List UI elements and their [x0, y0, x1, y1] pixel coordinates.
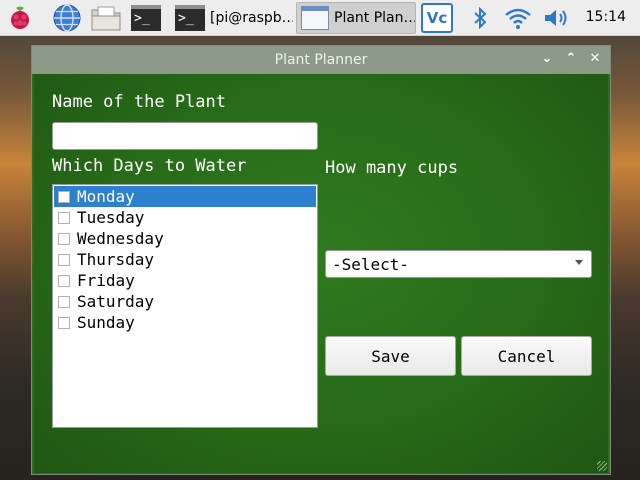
window-title: Plant Planner [274, 52, 368, 68]
day-label: Thursday [77, 250, 155, 269]
dropdown-caret-icon [575, 260, 583, 265]
terminal-launcher-icon[interactable]: >_ [128, 2, 164, 34]
day-checkbox[interactable] [58, 274, 70, 287]
day-label: Wednesday [77, 229, 164, 248]
chevron-up-icon[interactable]: ⌃ [563, 51, 579, 67]
day-item-thursday[interactable]: Thursday [54, 249, 316, 270]
volume-icon[interactable] [540, 2, 574, 34]
close-icon[interactable]: ✕ [587, 51, 603, 67]
clock[interactable]: 15:14 [586, 9, 626, 25]
day-item-tuesday[interactable]: Tuesday [54, 207, 316, 228]
day-item-wednesday[interactable]: Wednesday [54, 228, 316, 249]
wifi-icon[interactable] [502, 2, 534, 34]
day-label: Friday [77, 271, 135, 290]
bluetooth-icon[interactable] [466, 2, 494, 34]
day-label: Tuesday [77, 208, 145, 227]
window-titlebar[interactable]: Plant Planner ⌄ ⌃ ✕ [32, 46, 610, 74]
chevron-down-icon[interactable]: ⌄ [539, 51, 555, 67]
day-item-friday[interactable]: Friday [54, 270, 316, 291]
day-checkbox[interactable] [58, 211, 70, 224]
day-checkbox[interactable] [58, 190, 70, 203]
day-checkbox[interactable] [58, 295, 70, 308]
day-item-monday[interactable]: Monday [54, 186, 316, 207]
cups-select[interactable]: -Select- [325, 250, 592, 278]
window-icon [301, 6, 329, 30]
web-browser-icon[interactable] [50, 2, 84, 34]
taskbar: >_ >_ [pi@raspb… Plant Plan… Vc 15:14 [0, 0, 640, 36]
plant-name-label: Name of the Plant [52, 92, 226, 112]
water-days-label: Which Days to Water [52, 156, 247, 176]
taskbar-terminal-window[interactable]: >_ [pi@raspb… [170, 2, 294, 34]
day-checkbox[interactable] [58, 253, 70, 266]
plant-planner-window: Plant Planner ⌄ ⌃ ✕ Name of the Plant Wh… [31, 45, 611, 475]
resize-grip-icon[interactable] [597, 461, 607, 471]
save-button[interactable]: Save [325, 336, 456, 376]
taskbar-terminal-label: [pi@raspb… [210, 10, 294, 26]
day-checkbox[interactable] [58, 316, 70, 329]
day-checkbox[interactable] [58, 232, 70, 245]
taskbar-plant-planner-window[interactable]: Plant Plan… [296, 2, 416, 34]
day-label: Monday [77, 187, 135, 206]
terminal-icon: >_ [175, 5, 205, 31]
window-content: Name of the Plant Which Days to Water Ho… [34, 74, 608, 473]
cancel-button[interactable]: Cancel [461, 336, 592, 376]
cups-label: How many cups [325, 158, 459, 178]
day-label: Sunday [77, 313, 135, 332]
plant-name-input[interactable] [52, 122, 318, 150]
taskbar-plant-planner-label: Plant Plan… [334, 10, 416, 26]
day-label: Saturday [77, 292, 155, 311]
day-item-sunday[interactable]: Sunday [54, 312, 316, 333]
water-days-list[interactable]: Monday Tuesday Wednesday Thursday Friday Satu… [52, 184, 318, 428]
cups-select-value: -Select- [332, 254, 410, 274]
day-item-saturday[interactable]: Saturday [54, 291, 316, 312]
file-manager-icon[interactable] [88, 2, 124, 34]
raspberry-menu-icon[interactable] [4, 2, 36, 34]
vnc-icon[interactable]: Vc [419, 2, 455, 34]
